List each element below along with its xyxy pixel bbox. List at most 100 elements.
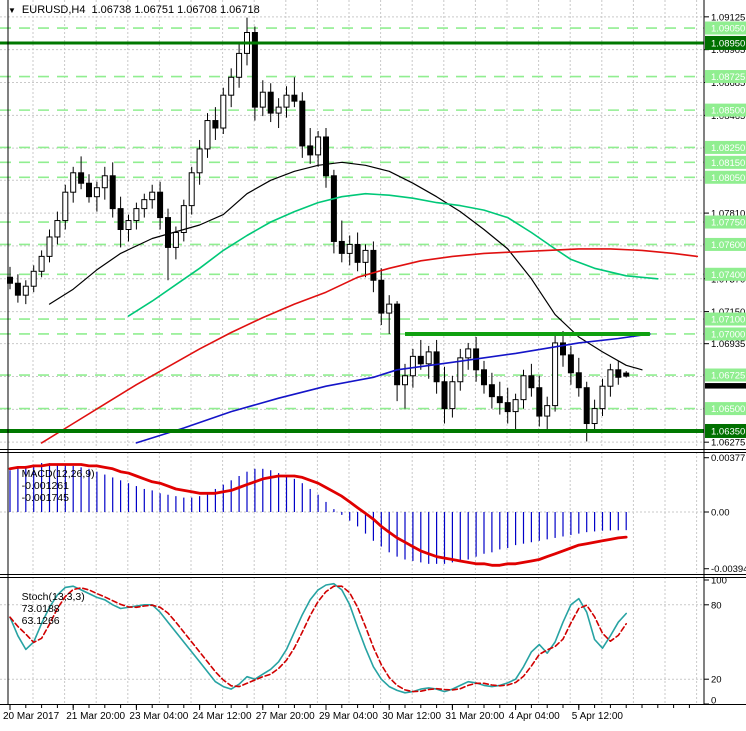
price-badge-label: 1.08050 <box>711 173 745 184</box>
candle-bullish <box>141 199 148 210</box>
candle-bearish <box>528 375 535 389</box>
candle-bearish <box>504 402 511 413</box>
candle-bullish <box>196 148 203 174</box>
candle-bullish <box>101 175 108 189</box>
chart-title-bar: ▼ EURUSD,H4 1.06738 1.06751 1.06708 1.06… <box>8 4 260 16</box>
macd-main-value: -0.001261 <box>21 480 69 492</box>
price-badge-label: 1.08500 <box>711 106 745 117</box>
candle-bearish <box>378 279 385 314</box>
price-badge-label: 1.07100 <box>711 315 745 326</box>
candle-bearish <box>536 387 543 417</box>
candle-bearish <box>575 372 582 389</box>
price-badge-label: 1.06725 <box>711 371 745 382</box>
stoch-indicator-label: Stoch(13,3,3) 73.0188 63.1266 <box>10 579 85 639</box>
candle-bullish <box>220 94 227 129</box>
candle-bullish <box>402 375 408 386</box>
candle-bullish <box>228 76 235 96</box>
price-badge-label: 1.08950 <box>711 38 745 49</box>
price-badge-label: 1.08725 <box>711 72 745 83</box>
candle-bearish <box>78 172 85 184</box>
candle-bullish <box>93 187 100 198</box>
stoch-k-value: 73.0188 <box>21 603 60 615</box>
candle-bullish <box>70 172 77 193</box>
price-badge-label: 1.07000 <box>711 329 745 340</box>
candle-bearish <box>165 217 171 248</box>
candle-bullish <box>204 120 211 150</box>
stoch-axis-label: 80 <box>711 600 722 611</box>
candle-bearish <box>307 145 314 156</box>
candle-bullish <box>386 303 393 314</box>
candle-bearish <box>441 381 448 410</box>
date-label: 27 Mar 20:00 <box>256 711 315 722</box>
date-label: 29 Mar 04:00 <box>319 711 378 722</box>
candle-bearish <box>623 372 630 377</box>
chart-window: 1.091251.089051.086851.084651.078101.073… <box>0 0 746 731</box>
candle-bearish <box>583 387 590 425</box>
candle-bearish <box>117 208 124 231</box>
date-label: 21 Mar 20:00 <box>66 711 125 722</box>
symbol-period-label: EURUSD,H4 <box>21 4 86 16</box>
candle-bullish <box>544 405 551 417</box>
candle-bearish <box>323 136 329 177</box>
candle-bullish <box>591 408 598 425</box>
price-badge-label: 1.07400 <box>711 270 745 281</box>
date-label: 24 Mar 12:00 <box>193 711 252 722</box>
candle-bullish <box>520 375 527 401</box>
candle-bearish <box>291 94 298 102</box>
macd-signal-value: -0.001745 <box>21 492 69 504</box>
candle-bullish <box>125 220 132 231</box>
chart-canvas: 1.091251.089051.086851.084651.078101.073… <box>0 0 746 731</box>
candle-bearish <box>615 369 622 378</box>
candle-bullish <box>599 385 606 410</box>
price-label: 1.06275 <box>711 438 745 449</box>
candle-bullish <box>607 369 614 387</box>
price-badge-label: 1.08150 <box>711 158 745 169</box>
candle-bullish <box>22 285 29 296</box>
candle-bearish <box>567 354 574 374</box>
candle-bullish <box>362 249 369 263</box>
price-badge-label: 1.06500 <box>711 404 745 415</box>
macd-axis-label: 0.00377 <box>711 453 745 464</box>
candle-bearish <box>86 182 92 198</box>
candle-bearish <box>330 175 337 242</box>
macd-name: MACD(12,26,9) <box>21 468 95 480</box>
candle-bearish <box>157 191 164 219</box>
price-label: 1.06935 <box>711 339 745 350</box>
price-badge-label: 1.08250 <box>711 143 745 154</box>
date-label: 5 Apr 12:00 <box>572 711 624 722</box>
current-price-marker <box>705 383 746 389</box>
candle-bullish <box>259 91 266 108</box>
candle-bearish <box>417 355 424 365</box>
candle-bullish <box>512 399 519 413</box>
candle-bullish <box>133 208 140 222</box>
candle-bearish <box>109 175 116 210</box>
candle-bearish <box>299 100 306 147</box>
candle-bullish <box>346 243 353 254</box>
candle-bullish <box>46 236 53 257</box>
symbol-dropdown-icon[interactable]: ▼ <box>8 5 16 16</box>
stoch-name: Stoch(13,3,3) <box>21 591 85 603</box>
candle-bullish <box>275 106 282 114</box>
candle-bullish <box>315 136 322 156</box>
candle-bearish <box>267 91 274 114</box>
candle-bearish <box>212 120 219 129</box>
candle-bullish <box>236 52 243 78</box>
candle-bearish <box>481 369 487 386</box>
stoch-axis-label: 20 <box>711 675 722 686</box>
date-label: 31 Mar 20:00 <box>445 711 504 722</box>
date-label: 30 Mar 12:00 <box>382 711 441 722</box>
macd-axis-label: 0.00 <box>711 508 730 519</box>
candle-bullish <box>172 231 179 248</box>
candle-bullish <box>149 191 156 201</box>
ohlc-values: 1.06738 1.06751 1.06708 1.06718 <box>91 4 260 16</box>
stoch-axis-label: 0 <box>711 696 716 707</box>
macd-axis-label: -0.00394 <box>711 564 746 575</box>
candle-bullish <box>449 381 456 410</box>
price-badge-label: 1.06350 <box>711 426 745 437</box>
candle-bullish <box>54 220 61 238</box>
candle-bullish <box>465 348 472 359</box>
macd-indicator-label: MACD(12,26,9) -0.001261 -0.001745 <box>10 456 95 516</box>
price-badge-label: 1.09050 <box>711 24 745 35</box>
candle-bearish <box>433 351 440 383</box>
date-label: 20 Mar 2017 <box>3 711 60 722</box>
